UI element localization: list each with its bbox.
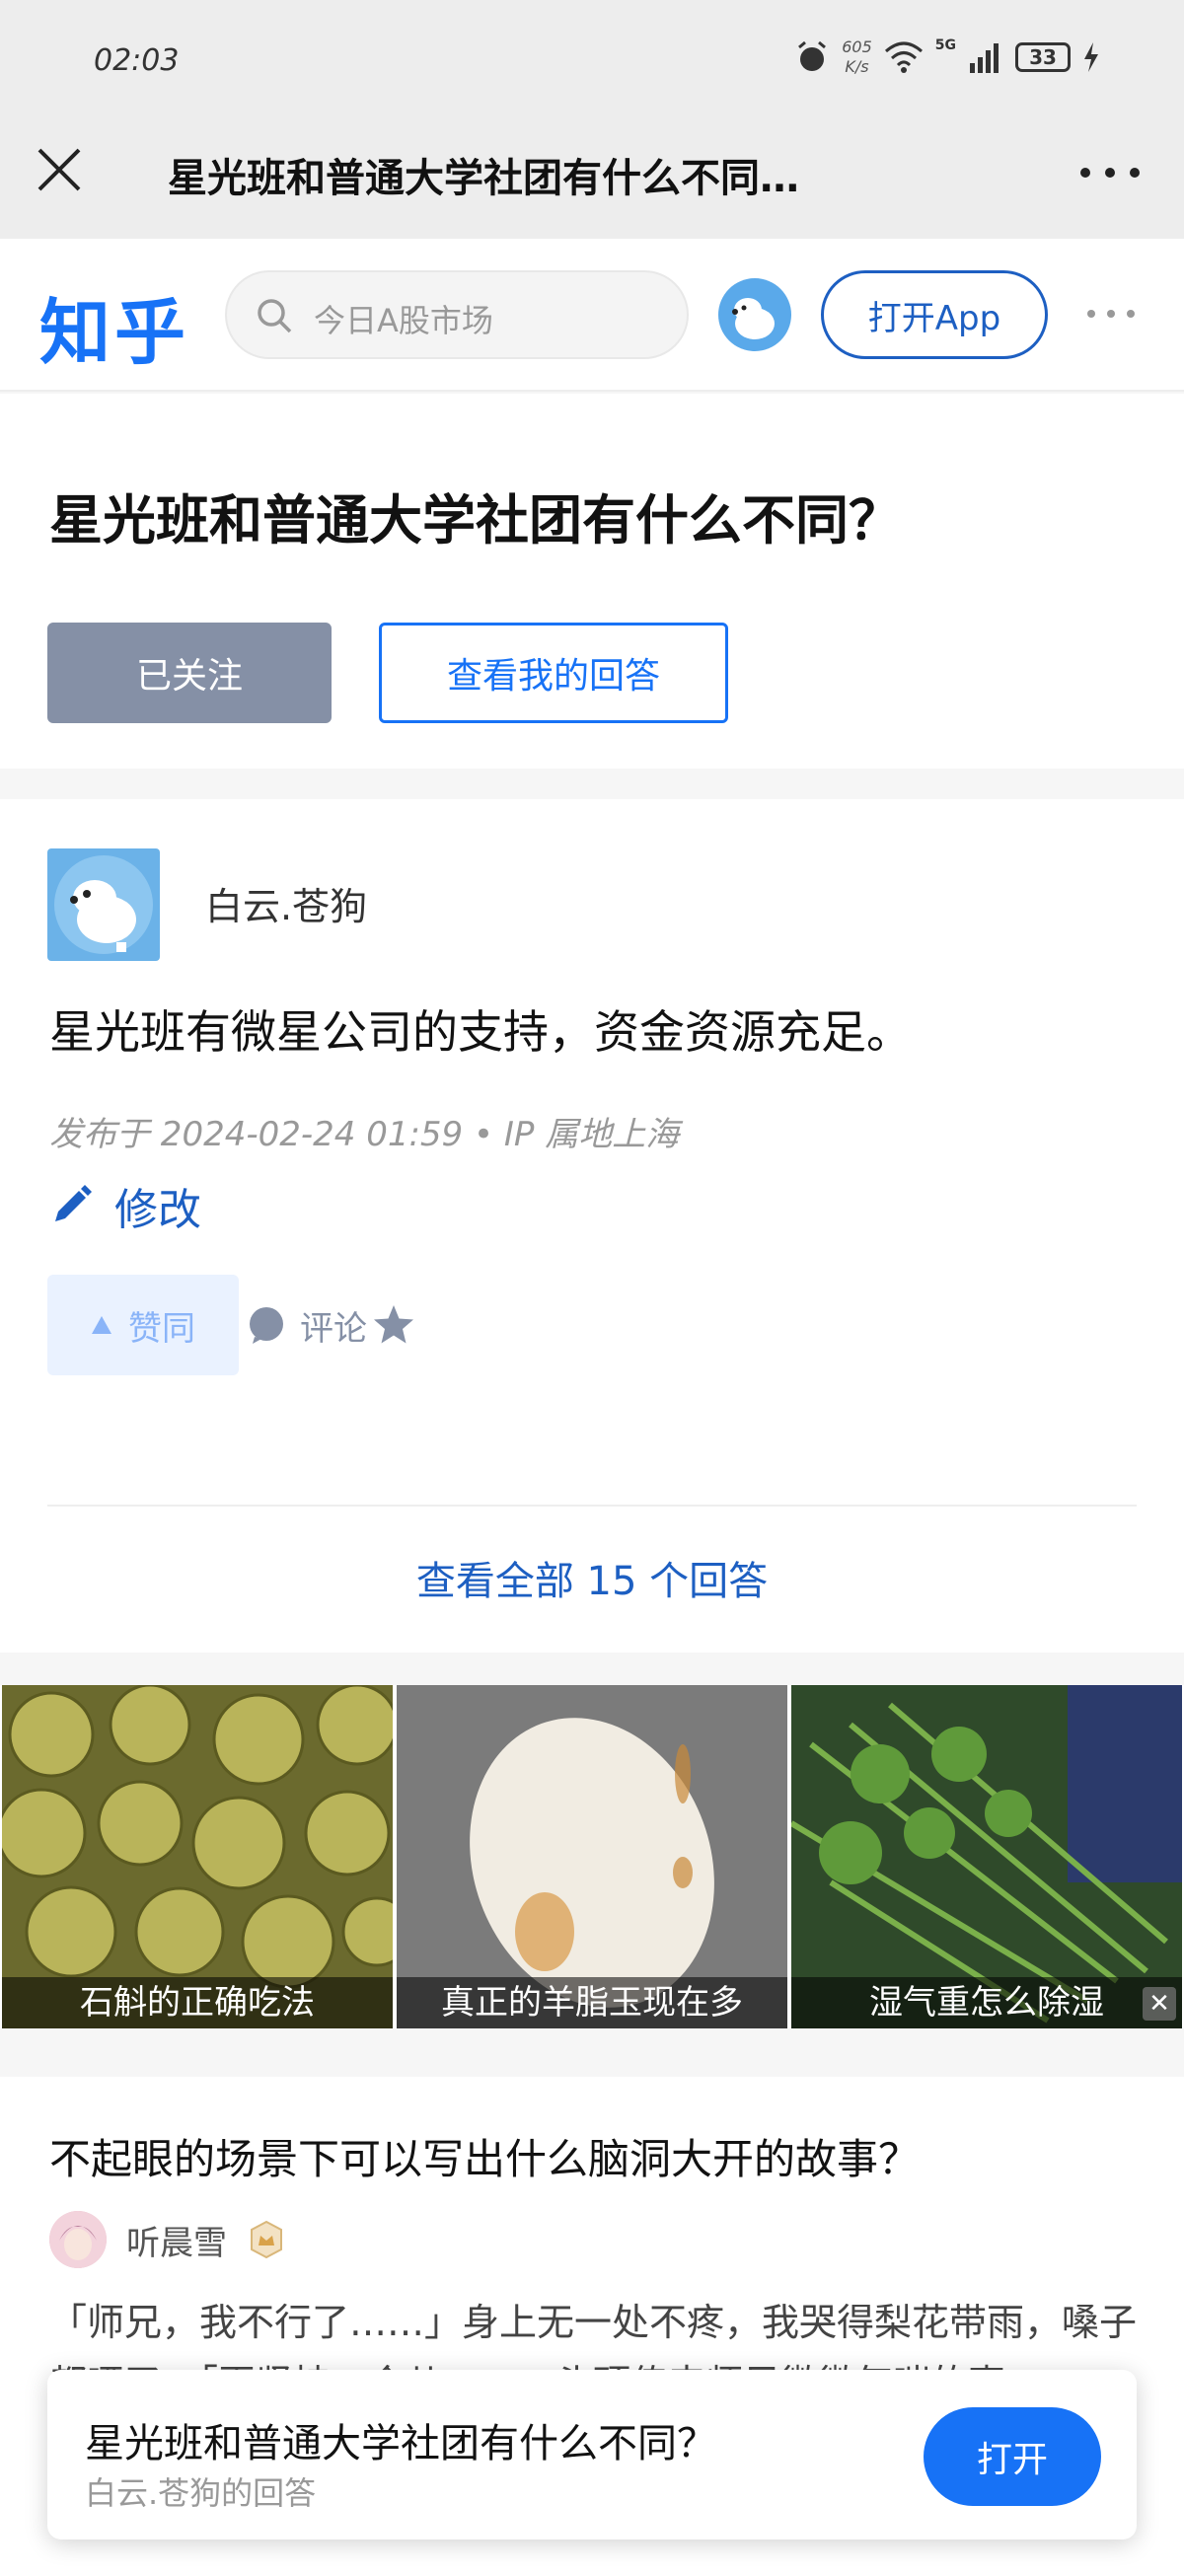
answer-content[interactable]: 星光班有微星公司的支持，资金资源充足。 — [49, 996, 912, 1062]
view-my-answer-button[interactable]: 查看我的回答 — [379, 623, 728, 723]
status-bar: 02:03 605 K/s 5G 33 — [0, 0, 1184, 118]
divider — [47, 1505, 1137, 1507]
ad-item-jade[interactable]: 真正的羊脂玉现在多 — [397, 1685, 787, 2028]
edit-label: 修改 — [114, 1185, 201, 1235]
battery-indicator: 33 — [1015, 42, 1071, 72]
answer-card: 白云.苍狗 星光班有微星公司的支持，资金资源充足。 发布于 2024-02-24… — [0, 799, 1184, 1653]
badge-icon — [251, 2220, 282, 2259]
avatar-image — [54, 855, 153, 954]
alarm-icon — [798, 40, 827, 71]
status-time: 02:03 — [94, 43, 180, 78]
comment-label: 评论 — [300, 1308, 367, 1349]
answer-meta: 发布于 2024-02-24 01:59 • IP 属地上海 — [49, 1115, 680, 1154]
open-app-button[interactable]: 打开App — [821, 270, 1048, 359]
status-icons: 605 K/s 5G 33 — [794, 37, 1100, 77]
user-avatar[interactable] — [718, 278, 791, 351]
comment-icon — [250, 1307, 283, 1344]
followed-button[interactable]: 已关注 — [47, 623, 332, 723]
comment-button[interactable]: 评论 — [247, 1301, 367, 1350]
zhihu-logo[interactable]: 知乎 — [39, 274, 189, 378]
bottom-bar-title: 星光班和普通大学社团有什么不同？ — [85, 2421, 716, 2466]
ad-banner-row: 石斛的正确吃法 真正的羊脂玉现在多 湿气重怎么除湿 ✕ — [0, 1685, 1184, 2028]
recommended-author-name[interactable]: 听晨雪 — [126, 2216, 227, 2264]
question-title[interactable]: 星光班和普通大学社团有什么不同？ — [49, 477, 902, 554]
wifi-icon — [884, 41, 923, 73]
webview-nav-bar: 星光班和普通大学社团有什么不同… — [0, 118, 1184, 239]
avatar-image — [49, 2211, 107, 2268]
network-speed: 605 K/s — [842, 37, 872, 76]
open-button[interactable]: 打开 — [924, 2407, 1101, 2506]
answer-actions: 赞同 评论 — [47, 1275, 416, 1375]
answer-author-name[interactable]: 白云.苍狗 — [205, 876, 367, 930]
search-input[interactable]: 今日A股市场 — [225, 270, 689, 359]
vote-label: 赞同 — [128, 1308, 195, 1349]
view-all-answers-link[interactable]: 查看全部 15 个回答 — [0, 1549, 1184, 1606]
ad-item-dendrobium[interactable]: 石斛的正确吃法 — [2, 1685, 393, 2028]
answer-author-avatar[interactable] — [47, 848, 160, 961]
ad-close-icon[interactable]: ✕ — [1143, 1987, 1176, 2021]
page-title: 星光班和普通大学社团有什么不同… — [168, 156, 799, 201]
ad-caption: 石斛的正确吃法 — [2, 1977, 393, 2028]
charging-icon — [1084, 42, 1098, 72]
question-card: 星光班和普通大学社团有什么不同？ 已关注 查看我的回答 — [0, 394, 1184, 769]
edit-button[interactable]: 修改 — [49, 1174, 201, 1237]
triangle-up-icon — [92, 1316, 111, 1334]
signal-icon — [970, 43, 999, 73]
recommended-title[interactable]: 不起眼的场景下可以写出什么脑洞大开的故事？ — [49, 2126, 920, 2186]
pencil-icon — [55, 1185, 92, 1221]
recommended-author-row: 听晨雪 — [49, 2211, 286, 2268]
search-placeholder: 今日A股市场 — [314, 302, 493, 339]
avatar[interactable] — [49, 2211, 107, 2268]
search-icon — [258, 299, 292, 333]
bottom-bar-subtitle: 白云.苍狗的回答 — [85, 2474, 317, 2512]
open-in-app-bar: 星光班和普通大学社团有什么不同？ 白云.苍狗的回答 打开 — [47, 2370, 1137, 2539]
avatar-image — [732, 298, 775, 339]
ad-caption: 湿气重怎么除湿 — [791, 1977, 1182, 2028]
ad-caption: 真正的羊脂玉现在多 — [397, 1977, 787, 2028]
ad-item-herbs[interactable]: 湿气重怎么除湿 ✕ — [791, 1685, 1182, 2028]
more-options-icon[interactable] — [1075, 148, 1145, 197]
more-icon[interactable] — [1083, 294, 1139, 333]
network-type: 5G — [934, 37, 956, 53]
vote-up-button[interactable]: 赞同 — [47, 1275, 239, 1375]
close-icon[interactable] — [30, 140, 89, 199]
star-icon[interactable] — [371, 1302, 416, 1348]
zhihu-header: 知乎 今日A股市场 打开App — [0, 239, 1184, 392]
